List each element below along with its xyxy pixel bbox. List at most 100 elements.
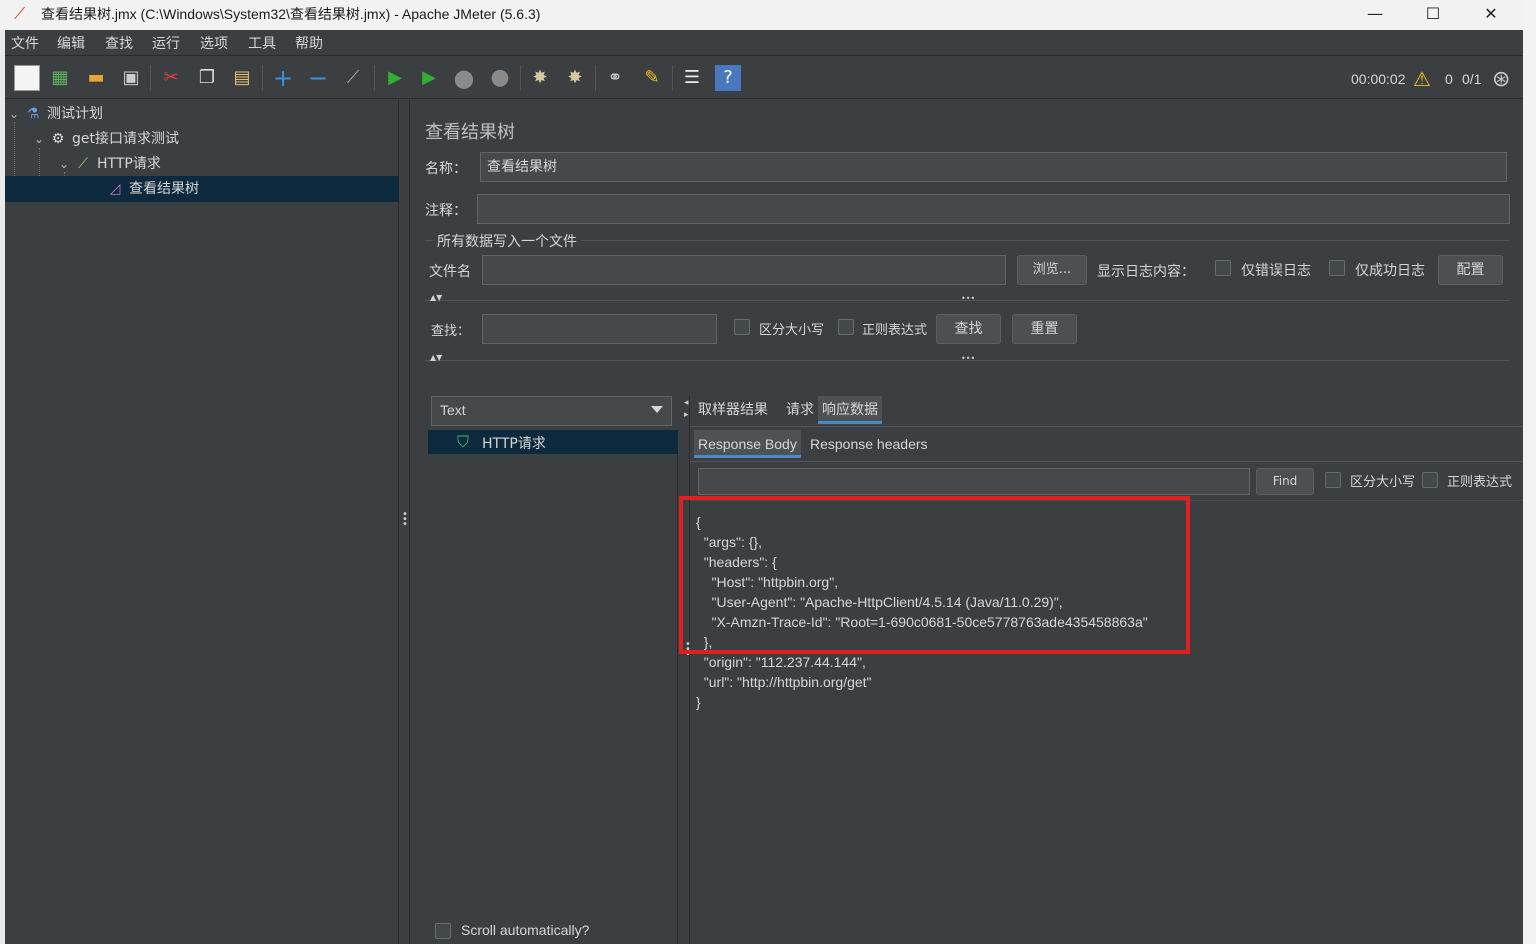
- chevron-down-icon[interactable]: [651, 406, 663, 413]
- menu-options[interactable]: 选项: [200, 33, 228, 53]
- toolbar-separator: [672, 65, 673, 91]
- chart-icon: ◿: [109, 181, 121, 197]
- start-icon[interactable]: ▶: [382, 65, 408, 91]
- stop-icon[interactable]: ●: [451, 65, 477, 91]
- browse-button[interactable]: 浏览...: [1017, 255, 1087, 285]
- tab-request[interactable]: 请求: [782, 396, 818, 424]
- clear-icon[interactable]: ✸: [527, 65, 553, 91]
- drag-handle-icon[interactable]: • • •: [402, 510, 408, 530]
- function-helper-icon[interactable]: ☰: [679, 65, 705, 91]
- window-titlebar: ⟋ 查看结果树.jmx (C:\Windows\System32\查看结果树.j…: [0, 0, 1523, 30]
- toolbar: ▦ ▬ ▣ ✂ ❐ ▤ + − ⟋ ▶ ▶ ● ● ✸ ✸ ⚭ ✎ ☰ ? 00…: [5, 57, 1523, 99]
- gear-icon: ⚙: [51, 131, 65, 147]
- list-item[interactable]: ⛉ HTTP请求: [428, 430, 678, 454]
- minimize-button[interactable]: —: [1346, 0, 1404, 30]
- menu-edit[interactable]: 编辑: [57, 33, 85, 53]
- paste-icon[interactable]: ▤: [229, 65, 255, 91]
- splitter-arrows-icon[interactable]: ▲▼: [430, 353, 442, 362]
- menu-tools[interactable]: 工具: [248, 33, 276, 53]
- chevron-down-icon[interactable]: ⌄: [9, 102, 23, 126]
- configure-button[interactable]: 配置: [1438, 255, 1503, 285]
- filename-label: 文件名: [429, 264, 471, 280]
- pipette-icon: ⟋: [78, 156, 88, 172]
- save-icon[interactable]: ▣: [118, 65, 144, 91]
- warning-icon[interactable]: ⚠: [1413, 67, 1431, 92]
- response-find-button[interactable]: Find: [1256, 468, 1314, 495]
- subtab-underline: [690, 461, 1524, 462]
- toolbar-separator: [520, 65, 521, 91]
- log-content-label: 显示日志内容：: [1097, 264, 1195, 280]
- splitter-handle-icon[interactable]: •••: [961, 294, 975, 303]
- search-field[interactable]: [482, 314, 717, 344]
- collapse-icon[interactable]: −: [305, 65, 331, 91]
- new-icon[interactable]: [14, 65, 40, 91]
- tree-node-thread-group[interactable]: ⌄ ⚙ get接口请求测试: [34, 127, 179, 151]
- toggle-icon[interactable]: ⟋: [340, 65, 366, 91]
- success-only-label: 仅成功日志: [1355, 263, 1425, 279]
- subtab-response-headers[interactable]: Response headers: [806, 430, 932, 458]
- panel-title: 查看结果树: [425, 122, 515, 143]
- clear-all-icon[interactable]: ✸: [562, 65, 588, 91]
- search-icon[interactable]: ⚭: [602, 65, 628, 91]
- response-find-field[interactable]: [698, 468, 1250, 495]
- split-divider[interactable]: • • •: [399, 100, 410, 944]
- tree-node-test-plan[interactable]: ⌄ ⚗ 测试计划: [9, 102, 103, 126]
- tab-scroll-arrows-icon[interactable]: ◂ ▸: [684, 397, 689, 421]
- success-shield-icon: ⛉: [457, 432, 470, 451]
- start-no-pause-icon[interactable]: ▶: [416, 65, 442, 91]
- response-case-checkbox[interactable]: [1325, 472, 1341, 488]
- toolbar-separator: [595, 65, 596, 91]
- help-icon[interactable]: ?: [715, 65, 741, 91]
- splitter-handle-icon[interactable]: •••: [961, 354, 975, 363]
- subtab-response-body[interactable]: Response Body: [694, 430, 801, 458]
- search-find-button[interactable]: 查找: [936, 314, 1001, 344]
- search-regex-checkbox[interactable]: [838, 319, 854, 335]
- tree-node-results-tree[interactable]: ◿ 查看结果树: [105, 177, 199, 201]
- filename-field[interactable]: [482, 255, 1006, 285]
- renderer-select[interactable]: Text: [431, 396, 672, 426]
- results-tree-panel: 查看结果树 名称： 查看结果树 注释： 所有数据写入一个文件 文件名 浏览...…: [411, 100, 1524, 944]
- search-case-checkbox[interactable]: [734, 319, 750, 335]
- menu-run[interactable]: 运行: [152, 33, 180, 53]
- tab-sampler-result[interactable]: 取样器结果: [694, 396, 772, 424]
- active-threads: 0/1: [1462, 71, 1482, 87]
- group-border: [425, 240, 1509, 241]
- search-label: 查找：: [431, 324, 471, 339]
- jmeter-window: 文件 编辑 查找 运行 选项 工具 帮助 ▦ ▬ ▣ ✂ ❐ ▤ + − ⟋ ▶…: [5, 30, 1524, 944]
- menu-file[interactable]: 文件: [11, 33, 39, 53]
- name-field[interactable]: 查看结果树: [480, 152, 1507, 182]
- errors-only-label: 仅错误日志: [1241, 263, 1311, 279]
- maximize-button[interactable]: ☐: [1404, 0, 1462, 30]
- scroll-auto-checkbox[interactable]: [435, 923, 451, 939]
- search-case-label: 区分大小写: [759, 323, 825, 338]
- chevron-down-icon[interactable]: ⌄: [34, 127, 48, 151]
- templates-icon[interactable]: ▦: [47, 65, 73, 91]
- cut-icon[interactable]: ✂: [158, 65, 184, 91]
- menu-help[interactable]: 帮助: [295, 33, 323, 53]
- shutdown-icon[interactable]: ●: [487, 65, 513, 91]
- remote-icon[interactable]: ⊛: [1492, 66, 1510, 92]
- comment-field[interactable]: [477, 194, 1510, 224]
- menu-bar: 文件 编辑 查找 运行 选项 工具 帮助: [5, 30, 1523, 56]
- close-button[interactable]: ✕: [1462, 0, 1520, 30]
- list-item-label: HTTP请求: [482, 436, 546, 452]
- comment-label: 注释：: [425, 203, 467, 219]
- search-reset-button[interactable]: 重置: [1012, 314, 1077, 344]
- tab-response-data[interactable]: 响应数据: [818, 396, 882, 424]
- expand-icon[interactable]: +: [270, 65, 296, 91]
- errors-only-checkbox[interactable]: [1215, 260, 1231, 276]
- response-regex-checkbox[interactable]: [1422, 472, 1438, 488]
- tree-node-http-request[interactable]: ⌄ ⟋ HTTP请求: [59, 152, 161, 176]
- name-label: 名称：: [425, 161, 467, 177]
- sample-result-list: ⛉ HTTP请求 Scroll automatically?: [428, 430, 678, 944]
- chevron-down-icon[interactable]: ⌄: [59, 152, 73, 176]
- success-only-checkbox[interactable]: [1329, 260, 1345, 276]
- copy-icon[interactable]: ❐: [194, 65, 220, 91]
- menu-search[interactable]: 查找: [105, 33, 133, 53]
- warning-count: 0: [1445, 71, 1453, 87]
- reset-search-icon[interactable]: ✎: [639, 65, 665, 91]
- highlight-box: [679, 496, 1190, 654]
- splitter-arrows-icon[interactable]: ▲▼: [430, 293, 442, 302]
- jmeter-logo-icon: ⟋: [14, 4, 26, 23]
- open-icon[interactable]: ▬: [83, 65, 109, 91]
